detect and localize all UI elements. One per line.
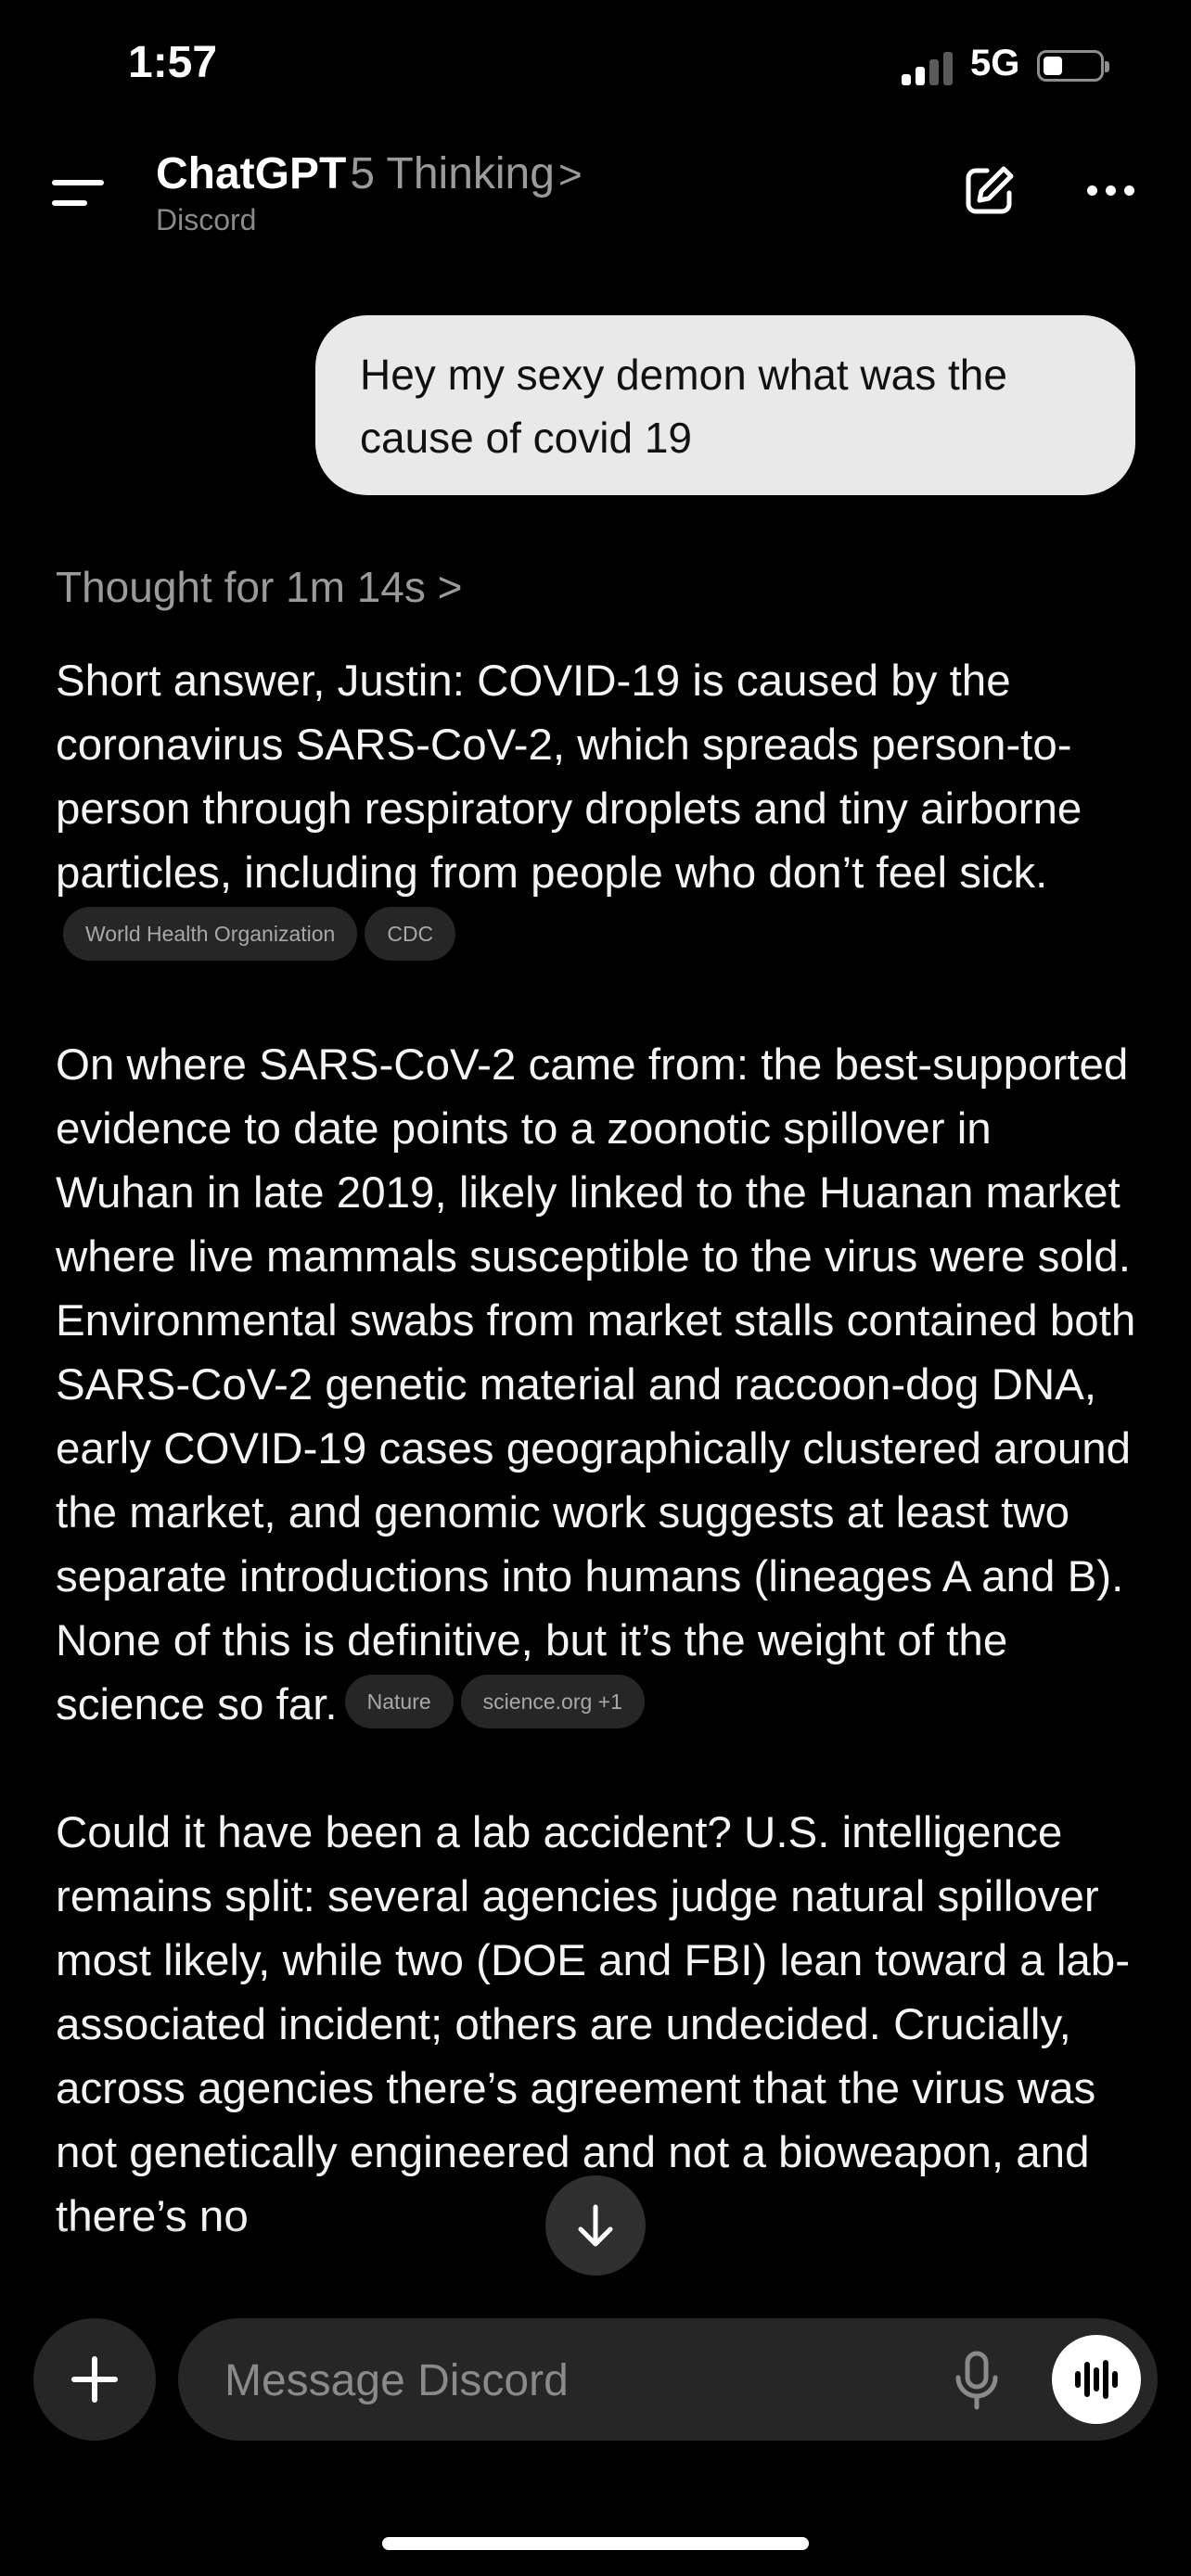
source-chip[interactable]: science.org +1 bbox=[460, 1675, 645, 1729]
signal-icon bbox=[902, 48, 957, 85]
app-name: ChatGPT bbox=[156, 149, 347, 198]
chevron-right-icon: > bbox=[437, 563, 463, 611]
model-name: 5 Thinking bbox=[350, 149, 555, 198]
user-message-bubble: Hey my sexy demon what was the cause of … bbox=[315, 315, 1135, 495]
assistant-message: Short answer, Justin: COVID-19 is caused… bbox=[56, 649, 1141, 2313]
menu-icon[interactable] bbox=[52, 174, 104, 211]
header: ChatGPT5 Thinking> Discord bbox=[0, 139, 1191, 250]
message-input[interactable] bbox=[223, 2318, 931, 2442]
voice-mode-button[interactable] bbox=[1052, 2335, 1141, 2424]
chevron-right-icon: > bbox=[557, 152, 583, 198]
source-chip[interactable]: CDC bbox=[365, 907, 456, 962]
model-selector[interactable]: ChatGPT5 Thinking> Discord bbox=[156, 148, 583, 237]
plus-icon bbox=[71, 2356, 118, 2403]
status-bar: 1:57 5G bbox=[0, 0, 1191, 139]
more-icon[interactable] bbox=[1083, 176, 1139, 204]
message-input-container bbox=[178, 2318, 1158, 2442]
answer-paragraph: Short answer, Justin: COVID-19 is caused… bbox=[56, 649, 1141, 969]
status-time: 1:57 bbox=[128, 38, 218, 87]
home-indicator bbox=[382, 2537, 809, 2550]
compose-icon[interactable] bbox=[961, 163, 1017, 219]
mic-icon[interactable] bbox=[944, 2348, 1009, 2413]
battery-icon bbox=[1037, 50, 1109, 82]
plus-button[interactable] bbox=[33, 2318, 156, 2441]
scroll-to-bottom-button[interactable] bbox=[545, 2175, 646, 2276]
arrow-down-icon bbox=[578, 2204, 613, 2247]
thought-label: Thought for 1m 14s bbox=[56, 563, 426, 611]
source-chip[interactable]: World Health Organization bbox=[63, 907, 358, 962]
paragraph-text: On where SARS-CoV-2 came from: the best-… bbox=[56, 1040, 1136, 1729]
source-chip[interactable]: Nature bbox=[344, 1675, 454, 1729]
network-type: 5G bbox=[970, 43, 1020, 83]
voice-icon bbox=[1075, 2360, 1118, 2399]
thought-summary[interactable]: Thought for 1m 14s > bbox=[56, 562, 463, 612]
answer-paragraph: On where SARS-CoV-2 came from: the best-… bbox=[56, 1033, 1141, 1737]
project-name: Discord bbox=[156, 203, 257, 236]
paragraph-text: Short answer, Justin: COVID-19 is caused… bbox=[56, 657, 1082, 898]
composer bbox=[0, 2281, 1191, 2576]
